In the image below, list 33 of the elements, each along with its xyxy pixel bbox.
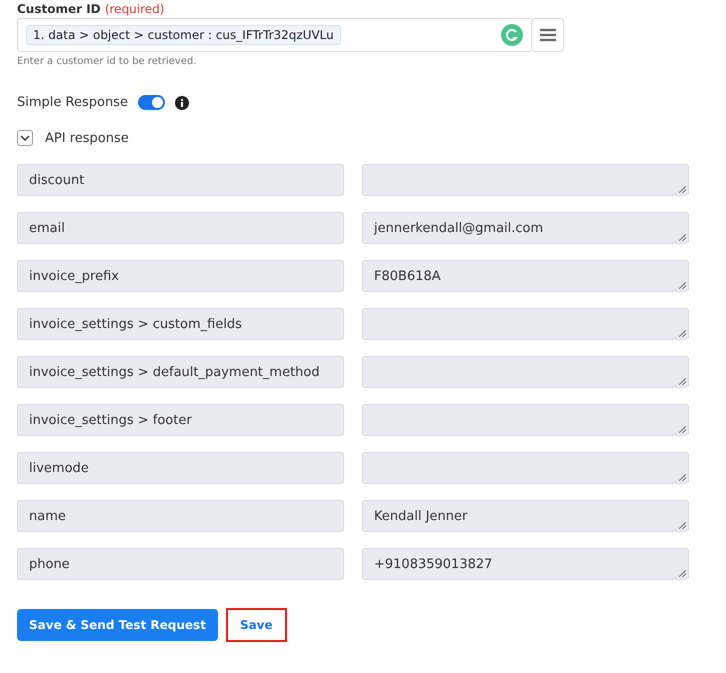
key-field: phone bbox=[17, 548, 344, 580]
chevron-icon bbox=[20, 135, 30, 141]
value-textarea[interactable] bbox=[362, 164, 689, 196]
save-button[interactable]: Save bbox=[226, 608, 287, 642]
value-textarea[interactable] bbox=[362, 308, 689, 340]
toggle-label: Simple Response bbox=[17, 95, 128, 110]
value-textarea[interactable]: F80B618A bbox=[362, 260, 689, 292]
help-text: Enter a customer id to be retrieved. bbox=[17, 56, 198, 67]
key-field: name bbox=[17, 500, 344, 532]
key-field: invoice_settings > footer bbox=[17, 404, 344, 436]
key-field: invoice_prefix bbox=[17, 260, 344, 292]
toggle-switch[interactable] bbox=[138, 95, 165, 110]
value-textarea[interactable]: jennerkendall@gmail.com bbox=[362, 212, 689, 244]
required-note: (required) bbox=[104, 2, 164, 16]
key-field: invoice_settings > default_payment_method bbox=[17, 356, 344, 388]
key-field: email bbox=[17, 212, 344, 244]
value-textarea[interactable] bbox=[362, 356, 689, 388]
value-textarea[interactable]: +9108359013827 bbox=[362, 548, 689, 580]
key-field: discount bbox=[17, 164, 344, 196]
customer-id-field[interactable]: 1. data > object > customer : cus_IFTrTr32qzUVLu bbox=[17, 18, 531, 52]
field-label: Customer ID bbox=[17, 2, 101, 16]
info-icon[interactable] bbox=[174, 96, 189, 110]
expand-toggle[interactable] bbox=[17, 130, 33, 146]
key-field: livemode bbox=[17, 452, 344, 484]
section-label: API response bbox=[45, 130, 129, 146]
value-textarea[interactable] bbox=[362, 452, 689, 484]
menu-icon bbox=[538, 28, 556, 42]
mapped-value-chip: 1. data > object > customer : cus_IFTrTr32qzUVLu bbox=[26, 25, 341, 45]
value-textarea[interactable]: Kendall Jenner bbox=[362, 500, 689, 532]
key-field: invoice_settings > custom_fields bbox=[17, 308, 344, 340]
send-test-button[interactable]: Save & Send Test Request bbox=[17, 609, 218, 641]
menu-button[interactable] bbox=[531, 18, 564, 52]
value-textarea[interactable] bbox=[362, 404, 689, 436]
